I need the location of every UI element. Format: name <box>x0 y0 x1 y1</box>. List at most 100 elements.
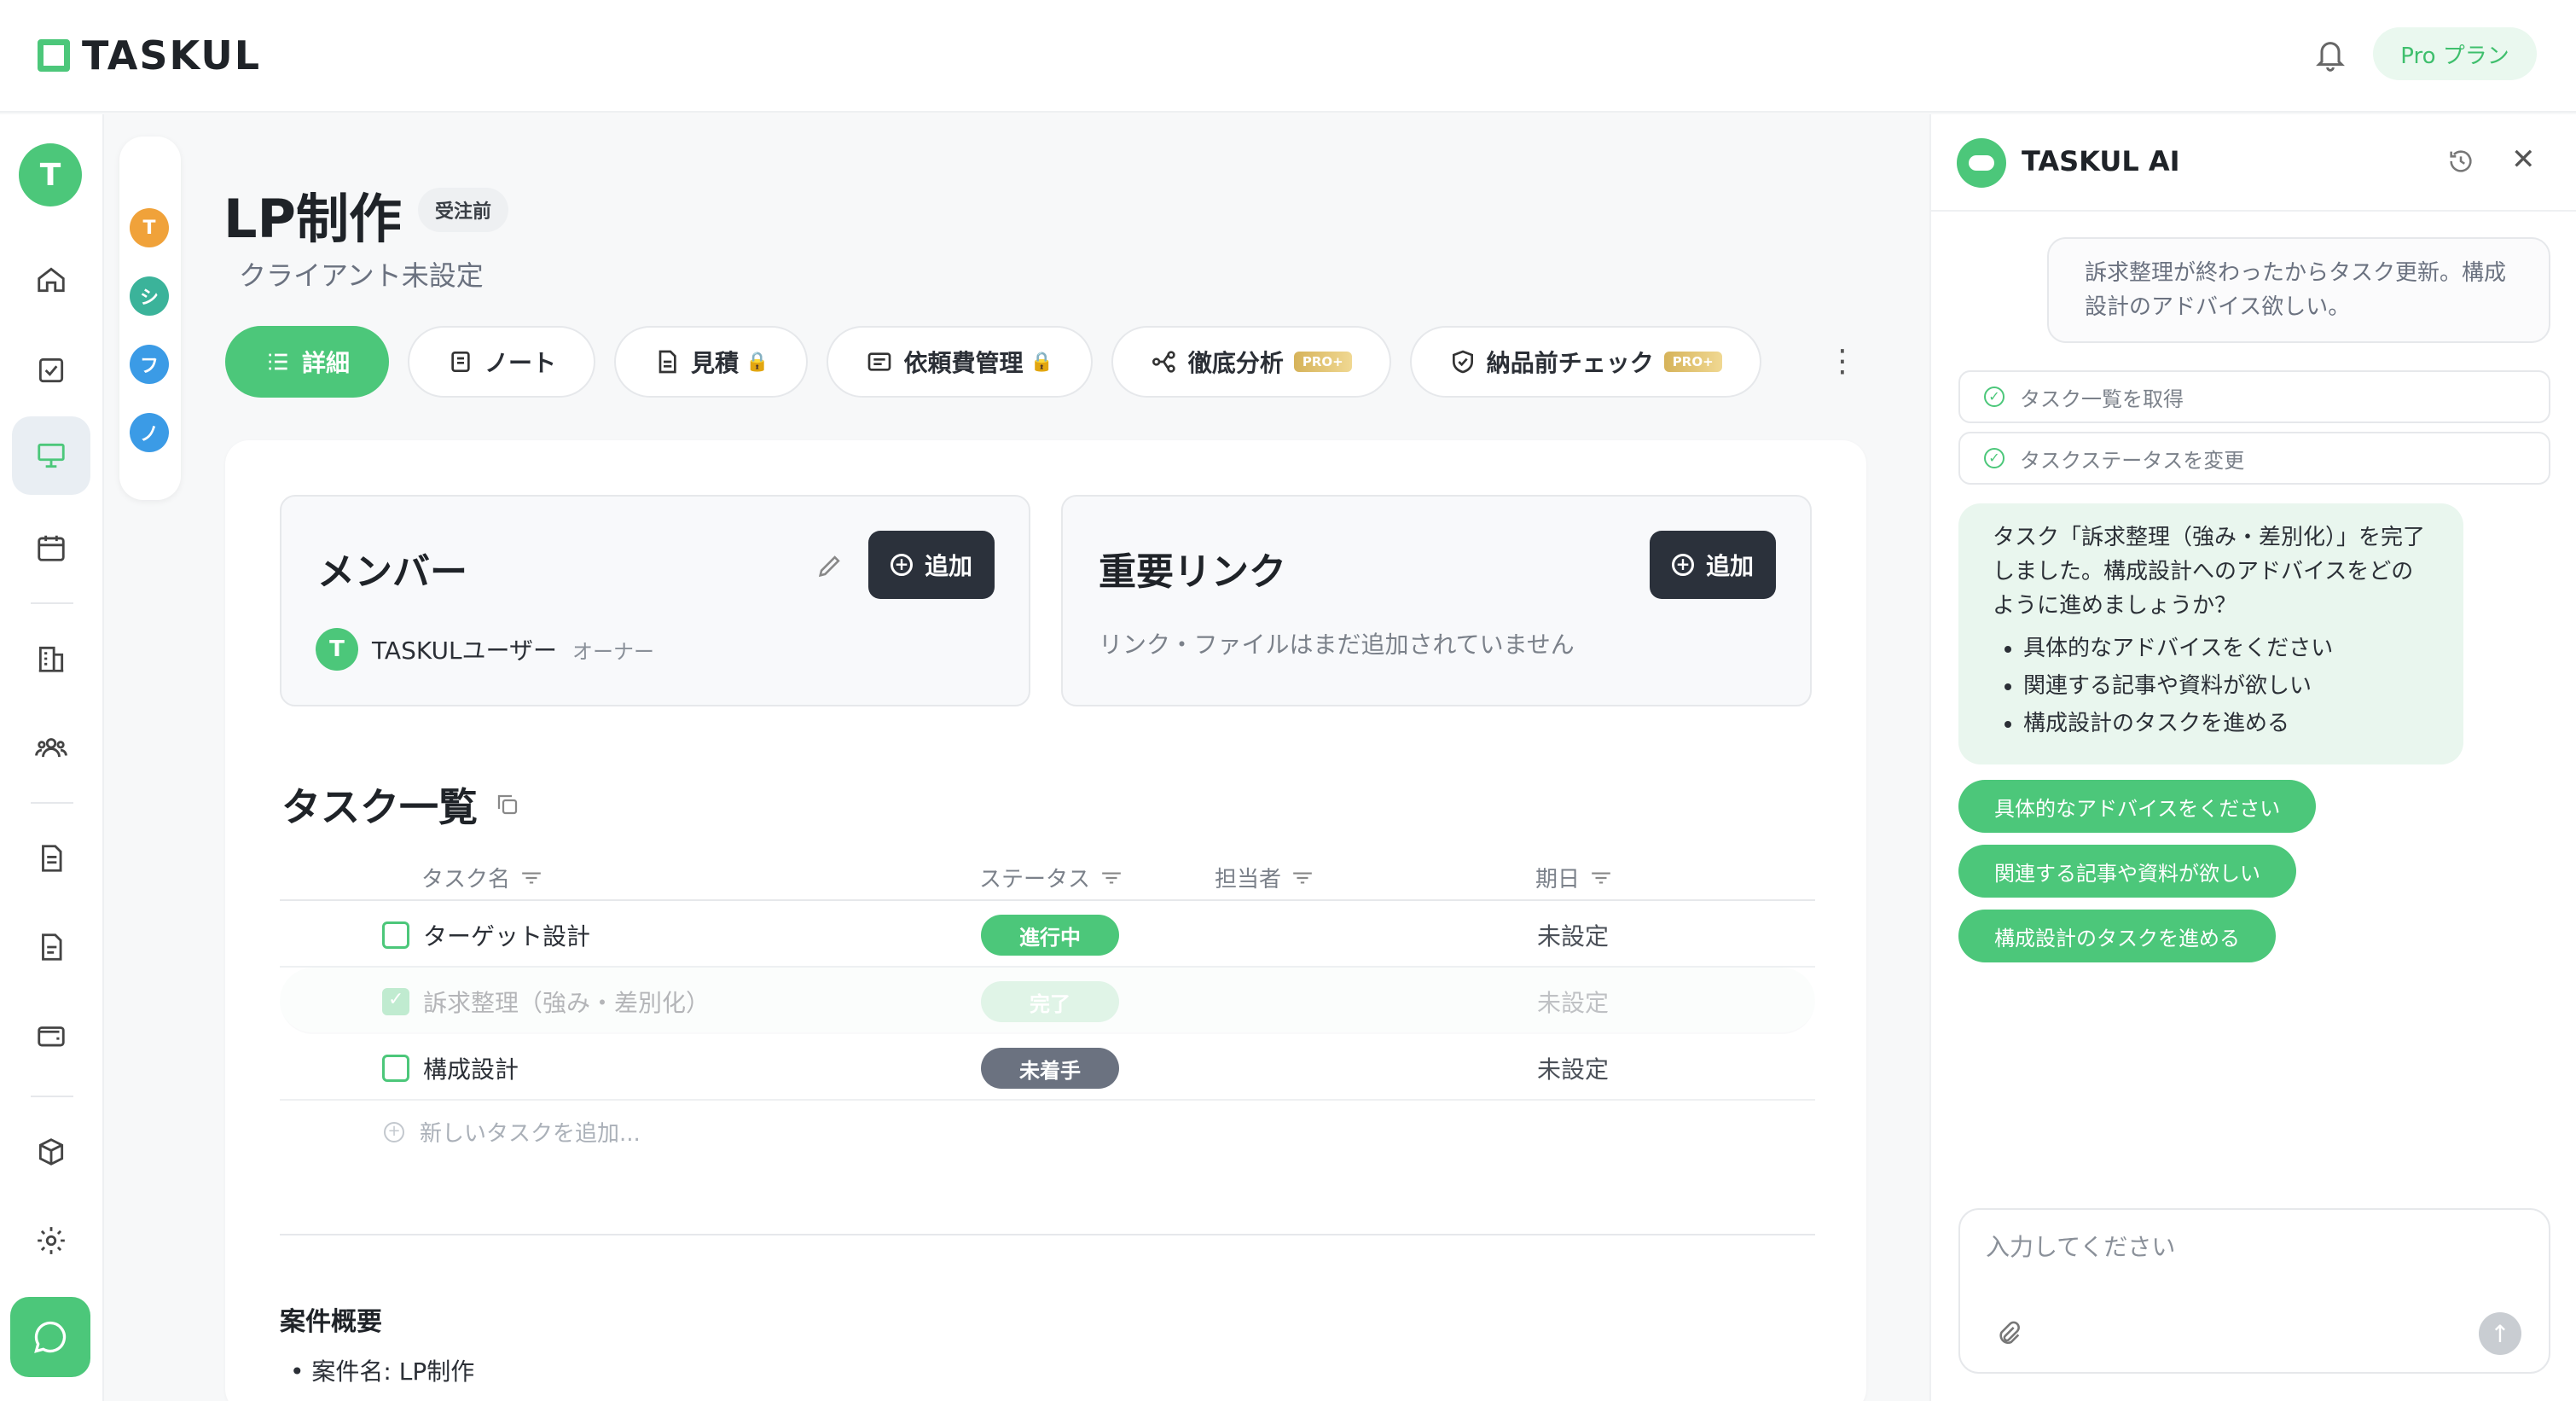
divider <box>280 1234 1815 1235</box>
suggestion-chip[interactable]: 関連する記事や資料が欲しい <box>1958 845 2296 898</box>
copy-icon[interactable] <box>495 792 520 817</box>
nav-invoices[interactable] <box>12 908 90 986</box>
task-due[interactable]: 未設定 <box>1537 918 1609 952</box>
project-detail-card: メンバー + 追加 T TASKULユーザー オーナー 重要リンク + 追加 リ… <box>225 440 1866 1401</box>
member-dot[interactable]: シ <box>130 276 169 316</box>
analysis-icon <box>1152 351 1175 373</box>
task-due[interactable]: 未設定 <box>1537 985 1609 1019</box>
task-name[interactable]: 構成設計 <box>423 1051 519 1085</box>
tab-analysis[interactable]: 徹底分析 PRO+ <box>1111 326 1391 398</box>
close-icon[interactable]: ✕ <box>2511 145 2536 174</box>
more-options-icon[interactable]: ⋮ <box>1827 346 1858 377</box>
suggestion-chip[interactable]: 構成設計のタスクを進める <box>1958 910 2276 962</box>
tool-call-item[interactable]: ✓ タスクステータスを変更 <box>1958 432 2550 485</box>
column-header-name[interactable]: タスク名 <box>421 862 542 893</box>
nav-calendar[interactable] <box>12 509 90 587</box>
table-row[interactable]: ターゲット設計 進行中 未設定 <box>280 901 1815 968</box>
pro-plus-badge: PRO+ <box>1663 352 1722 372</box>
document-icon <box>42 845 62 872</box>
nav-ai-chat[interactable] <box>10 1297 90 1377</box>
send-button[interactable]: ↑ <box>2479 1312 2521 1355</box>
filter-icon[interactable] <box>1291 870 1314 886</box>
column-label: タスク名 <box>421 867 511 892</box>
column-header-due[interactable]: 期日 <box>1535 862 1612 893</box>
list-icon <box>269 353 287 370</box>
member-dot[interactable]: T <box>130 208 169 247</box>
column-label: 担当者 <box>1215 867 1282 892</box>
chat-input-box: ↑ <box>1958 1208 2550 1374</box>
member-row[interactable]: T TASKULユーザー オーナー <box>316 628 654 671</box>
column-header-assignee[interactable]: 担当者 <box>1215 862 1314 893</box>
history-icon[interactable] <box>2446 147 2475 176</box>
task-name[interactable]: 訴求整理（強み・差別化） <box>423 985 710 1019</box>
task-table-header: タスク名 ステータス 担当者 期日 <box>280 848 1815 901</box>
user-avatar[interactable]: T <box>19 143 82 206</box>
status-pill[interactable]: 完了 <box>981 981 1119 1022</box>
suggestion-chip[interactable]: 具体的なアドバイスをください <box>1958 780 2317 833</box>
ai-reply-options: 具体的なアドバイスをください 関連する記事や資料が欲しい 構成設計のタスクを進め… <box>1993 630 2429 742</box>
left-nav-rail: T <box>0 114 104 1401</box>
pro-plus-badge: PRO+ <box>1293 352 1352 372</box>
wallet-icon <box>38 1026 65 1047</box>
logo-mark <box>38 39 70 72</box>
task-checkbox[interactable] <box>382 921 409 949</box>
check-circle-icon: ✓ <box>1984 448 2005 468</box>
client-name[interactable]: クライアント未設定 <box>239 254 484 294</box>
table-row[interactable]: 訴求整理（強み・差別化） 完了 未設定 <box>280 968 1815 1034</box>
list-item: 構成設計のタスクを進める <box>2023 705 2429 742</box>
nav-documents[interactable] <box>12 819 90 898</box>
filter-icon[interactable] <box>1100 870 1123 886</box>
bell-icon[interactable] <box>2313 36 2347 73</box>
tab-label: 依頼費管理 <box>903 349 1024 377</box>
nav-projects[interactable] <box>12 416 90 495</box>
app-logo[interactable]: TASKUL <box>38 32 261 78</box>
nav-wallet[interactable] <box>12 997 90 1075</box>
tab-notes[interactable]: ノート <box>408 326 596 398</box>
list-item: 具体的なアドバイスをください <box>2023 630 2429 667</box>
avatar: T <box>316 628 358 671</box>
pencil-icon[interactable] <box>815 551 844 580</box>
status-pill[interactable]: 進行中 <box>981 915 1119 956</box>
task-due[interactable]: 未設定 <box>1537 1051 1609 1085</box>
task-checkbox[interactable] <box>382 1055 409 1082</box>
add-link-button[interactable]: + 追加 <box>1649 531 1776 599</box>
status-pill[interactable]: 未着手 <box>981 1048 1119 1089</box>
top-bar: TASKUL Pro プラン <box>0 0 2576 113</box>
add-label: 追加 <box>924 552 972 580</box>
tab-details[interactable]: 詳細 <box>225 326 390 398</box>
column-header-status[interactable]: ステータス <box>979 862 1123 893</box>
chat-input[interactable] <box>1986 1224 2498 1270</box>
filter-icon[interactable] <box>1590 870 1612 886</box>
paperclip-icon[interactable] <box>1994 1319 2023 1348</box>
list-item: 関連する記事や資料が欲しい <box>2023 667 2429 705</box>
member-dot[interactable]: ノ <box>130 413 169 452</box>
chat-bubble-icon <box>34 1321 67 1353</box>
tab-pre-delivery-check[interactable]: 納品前チェック PRO+ <box>1409 326 1761 398</box>
building-icon <box>38 646 64 672</box>
member-dot[interactable]: フ <box>130 345 169 384</box>
task-list-title: タスク一覧 <box>281 784 478 830</box>
nav-home[interactable] <box>12 241 90 319</box>
nav-company[interactable] <box>12 619 90 698</box>
nav-team[interactable] <box>12 708 90 787</box>
nav-tasks[interactable] <box>12 331 90 410</box>
column-label: ステータス <box>979 867 1091 892</box>
ai-assistant-panel: TASKUL AI ✕ 訴求整理が終わったからタスク更新。構成設計のアドバイス欲… <box>1929 114 2576 1401</box>
nav-settings[interactable] <box>12 1201 90 1280</box>
add-task-row[interactable]: + 新しいタスクを追加... <box>384 1116 641 1148</box>
nav-packages[interactable] <box>12 1113 90 1191</box>
tab-request-fees[interactable]: 依頼費管理 🔒 <box>827 326 1093 398</box>
tab-estimate[interactable]: 見積 🔒 <box>614 326 809 398</box>
tool-call-label: タスクステータスを変更 <box>2020 448 2245 473</box>
pro-plan-button[interactable]: Pro プラン <box>2373 27 2537 80</box>
add-member-button[interactable]: + 追加 <box>867 531 995 599</box>
status-badge: 受注前 <box>418 188 509 232</box>
table-row[interactable]: 構成設計 未着手 未設定 <box>280 1034 1815 1101</box>
tool-call-item[interactable]: ✓ タスク一覧を取得 <box>1958 370 2550 423</box>
overview-item: • 案件名: LP制作 <box>290 1357 475 1386</box>
task-checkbox[interactable] <box>382 988 409 1015</box>
filter-icon[interactable] <box>520 870 542 886</box>
task-name[interactable]: ターゲット設計 <box>423 918 590 952</box>
column-label: 期日 <box>1535 867 1581 892</box>
plus-circle-icon: + <box>890 554 913 576</box>
